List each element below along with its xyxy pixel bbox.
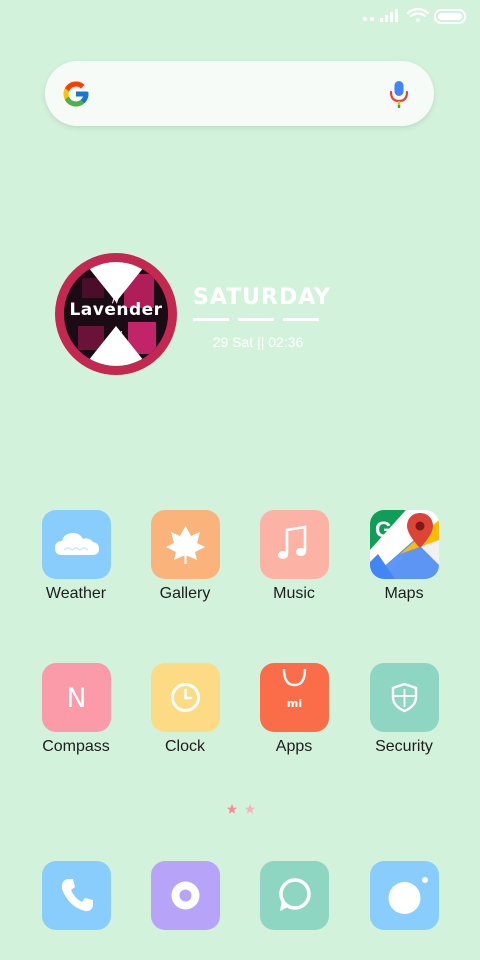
camera-icon xyxy=(369,861,439,930)
ring-icon xyxy=(150,861,220,930)
app-label: Compass xyxy=(42,738,110,755)
dock-app-2[interactable] xyxy=(130,861,240,930)
dock-phone[interactable] xyxy=(21,861,131,930)
microphone-icon[interactable] xyxy=(388,79,410,109)
signal-icon xyxy=(380,9,398,22)
widget-title: Lavender xyxy=(69,300,163,320)
chat-bubble-icon xyxy=(259,861,329,930)
widget-artwork: // // Lavender xyxy=(64,262,168,366)
page-dot-inactive xyxy=(245,804,255,814)
app-compass[interactable]: N Compass xyxy=(21,663,131,756)
app-label: Gallery xyxy=(159,585,211,602)
status-bar xyxy=(0,0,480,36)
google-search-bar[interactable] xyxy=(45,61,434,126)
day-underline xyxy=(193,318,319,322)
dock-camera[interactable] xyxy=(349,861,459,930)
n-letter-icon: N xyxy=(41,663,111,732)
svg-text:N: N xyxy=(66,683,86,714)
app-label: Apps xyxy=(275,738,313,755)
phone-icon xyxy=(41,861,111,930)
app-label: Weather xyxy=(45,585,107,602)
app-label: Security xyxy=(375,738,433,755)
app-weather[interactable]: Weather xyxy=(21,510,131,603)
app-clock[interactable]: Clock xyxy=(130,663,240,756)
app-music[interactable]: Music xyxy=(239,510,349,603)
shield-icon xyxy=(369,663,439,732)
google-maps-icon: G xyxy=(369,510,439,579)
dock-messages[interactable] xyxy=(239,861,349,930)
day-of-week: SATURDAY xyxy=(193,285,332,310)
app-security[interactable]: Security xyxy=(349,663,459,756)
app-label: Music xyxy=(273,585,315,602)
app-maps[interactable]: G Maps xyxy=(349,510,459,603)
cloud-icon xyxy=(41,510,111,579)
app-label: Maps xyxy=(384,585,424,602)
wifi-icon xyxy=(406,7,430,22)
shopping-bag-icon: mi xyxy=(259,663,329,732)
svg-text:G: G xyxy=(375,517,392,542)
page-dot-active xyxy=(227,804,237,814)
date-time-text: 29 Sat || 02:36 xyxy=(212,334,304,350)
battery-icon xyxy=(434,9,466,24)
clock-icon xyxy=(150,663,220,732)
app-gallery[interactable]: Gallery xyxy=(130,510,240,603)
lavender-widget[interactable]: // // Lavender xyxy=(55,253,177,375)
music-note-icon xyxy=(259,510,329,579)
app-label: Clock xyxy=(164,738,205,755)
svg-text:mi: mi xyxy=(286,697,301,710)
svg-text://: // xyxy=(114,329,123,343)
dots-icon xyxy=(363,17,374,21)
page-indicator[interactable] xyxy=(226,802,256,814)
app-apps[interactable]: mi Apps xyxy=(239,663,349,756)
google-logo-icon xyxy=(63,81,89,107)
leaf-icon xyxy=(150,510,220,579)
